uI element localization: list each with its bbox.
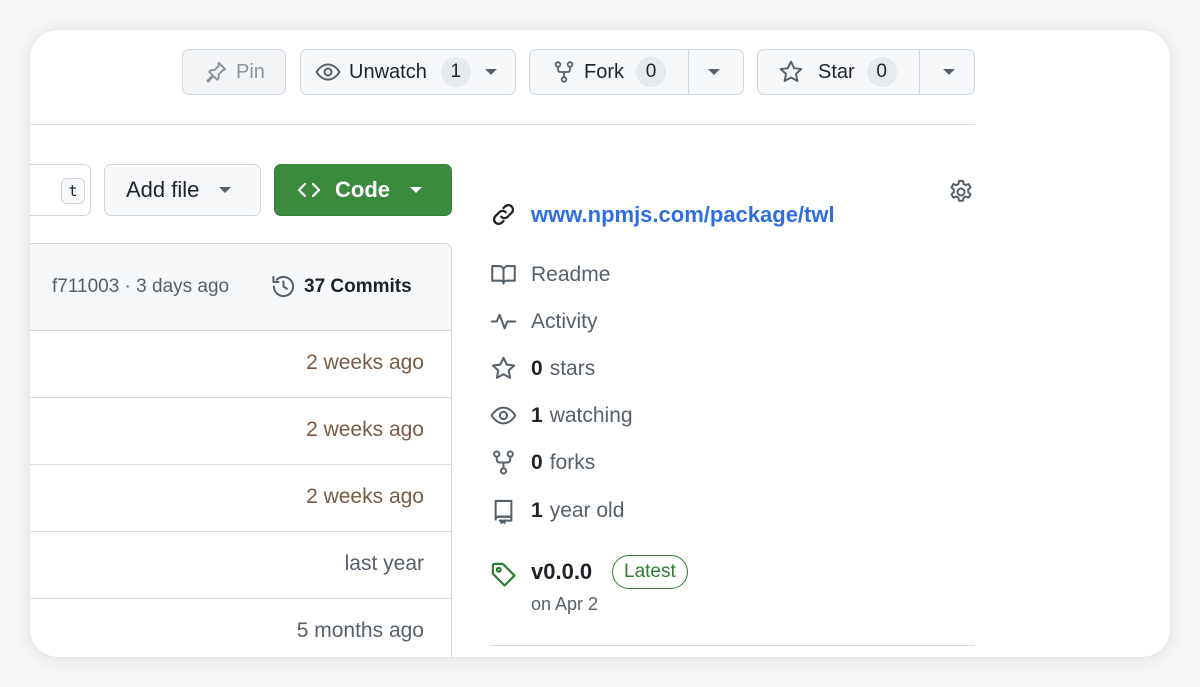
fork-count: 0	[636, 57, 666, 87]
book-icon	[491, 265, 516, 285]
file-rows: 2 weeks ago 2 weeks ago 2 weeks ago last…	[30, 330, 452, 657]
history-icon	[272, 275, 295, 298]
go-to-file-input[interactable]: t	[30, 164, 91, 216]
add-file-label: Add file	[126, 177, 200, 202]
eye-icon	[315, 63, 341, 81]
sidebar-item-watching[interactable]: 1 watching	[490, 402, 633, 429]
star-count: 0	[866, 57, 897, 87]
code-icon	[297, 182, 321, 198]
star-split-divider	[919, 50, 920, 94]
file-row-time: 2 weeks ago	[306, 351, 424, 374]
watching-count: 1	[531, 403, 543, 427]
sidebar-item-activity[interactable]: Activity	[490, 308, 598, 335]
eye-icon	[490, 406, 517, 425]
star-label: Star	[818, 60, 855, 83]
release-version[interactable]: v0.0.0	[531, 559, 592, 585]
file-row-time: 2 weeks ago	[306, 485, 424, 508]
shortcut-key-badge: t	[61, 178, 85, 204]
header-divider	[30, 124, 975, 125]
chevron-down-icon	[219, 187, 232, 193]
chevron-down-icon[interactable]	[708, 69, 720, 75]
pin-label: Pin	[236, 60, 265, 83]
pulse-icon	[490, 313, 517, 330]
chevron-down-icon	[410, 187, 422, 193]
gear-icon[interactable]	[947, 178, 975, 206]
file-row-time: 5 months ago	[296, 619, 424, 642]
latest-commit-bar: f711003 · 3 days ago 37 Commits	[30, 244, 451, 331]
activity-label: Activity	[531, 309, 598, 333]
commits-label: 37 Commits	[304, 275, 412, 297]
code-button[interactable]: Code	[274, 164, 452, 216]
forks-count: 0	[531, 450, 543, 474]
pin-icon	[206, 61, 227, 83]
fork-icon	[493, 450, 514, 475]
star-button[interactable]: Star 0	[757, 49, 975, 95]
star-icon	[491, 356, 516, 379]
unwatch-label: Unwatch	[349, 60, 427, 83]
release-item[interactable]: v0.0.0 Latest on Apr 2	[490, 555, 950, 625]
latest-badge: Latest	[612, 555, 688, 589]
readme-label: Readme	[531, 262, 611, 286]
homepage-url[interactable]: www.npmjs.com/package/twl	[531, 202, 835, 228]
fork-button[interactable]: Fork 0	[529, 49, 744, 95]
chevron-down-icon[interactable]	[942, 69, 955, 75]
link-icon	[492, 203, 515, 226]
homepage-link[interactable]: www.npmjs.com/package/twl	[490, 201, 835, 228]
fork-icon	[554, 61, 574, 83]
forks-label: forks	[549, 450, 596, 474]
sidebar-item-stars[interactable]: 0 stars	[490, 355, 595, 382]
sidebar-item-readme[interactable]: Readme	[490, 261, 610, 288]
add-file-button[interactable]: Add file	[104, 164, 261, 216]
sidebar-item-age: 1 year old	[490, 497, 624, 524]
watch-count: 1	[440, 57, 471, 87]
commits-link[interactable]: 37 Commits	[270, 273, 412, 300]
stars-label: stars	[549, 356, 596, 380]
star-icon	[779, 60, 803, 82]
pin-button[interactable]: Pin	[182, 49, 286, 95]
age-count: 1	[531, 498, 543, 522]
unwatch-button[interactable]: Unwatch 1	[300, 49, 516, 95]
fork-split-divider	[688, 50, 689, 94]
chevron-down-icon[interactable]	[484, 69, 497, 75]
stars-count: 0	[531, 356, 543, 380]
repo-icon	[494, 499, 513, 524]
file-row-time: 2 weeks ago	[306, 418, 424, 441]
tag-icon	[491, 562, 516, 587]
watching-label: watching	[549, 403, 633, 427]
repo-card: Pin Unwatch 1 Fork 0 Star 0 t Add file C…	[30, 30, 1170, 657]
file-row-time: last year	[344, 552, 424, 575]
sidebar-item-forks[interactable]: 0 forks	[490, 449, 595, 476]
code-label: Code	[335, 177, 390, 202]
release-date: on Apr 2	[531, 594, 599, 614]
commit-hash-time[interactable]: f711003 · 3 days ago	[52, 276, 229, 298]
fork-label: Fork	[584, 60, 624, 83]
age-label: year old	[549, 498, 625, 522]
sidebar-divider	[490, 645, 975, 646]
